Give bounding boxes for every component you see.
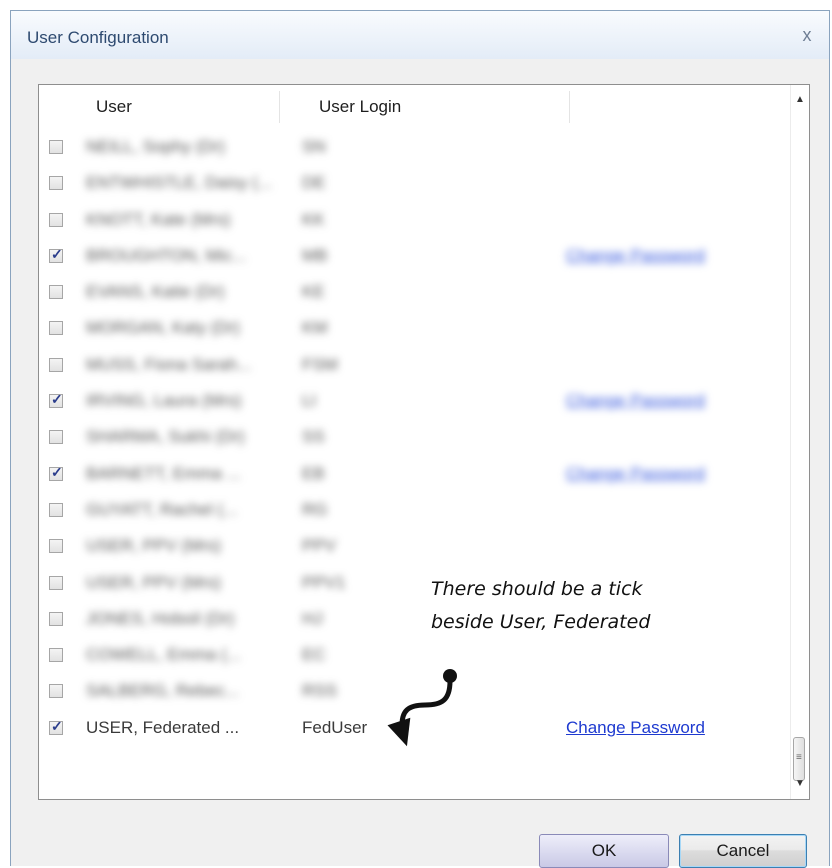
grip-icon: ≡ bbox=[796, 752, 802, 763]
annotation-line: beside User, Federated bbox=[431, 611, 651, 633]
row-checkbox[interactable] bbox=[49, 321, 63, 336]
table-row[interactable]: KNOTT, Kate (Mrs) KK bbox=[39, 202, 791, 238]
column-divider[interactable] bbox=[569, 91, 570, 123]
table-row[interactable]: ENTWHISTLE, Daisy (... DE bbox=[39, 165, 791, 201]
user-login-cell: LI bbox=[302, 391, 317, 411]
user-login-cell: SN bbox=[302, 137, 326, 156]
user-login-cell: FedUser bbox=[302, 717, 368, 737]
window-title: User Configuration bbox=[27, 28, 169, 47]
user-name-cell: MORGAN, Katy (Dr) bbox=[86, 318, 240, 338]
user-rows: NEILL, Sophy (Dr) SN ENTWHISTLE, Daisy (..… bbox=[39, 129, 791, 746]
user-login-cell: MB bbox=[302, 245, 328, 265]
row-checkbox[interactable] bbox=[49, 684, 63, 699]
column-divider[interactable] bbox=[279, 91, 280, 123]
user-login-cell: RSS bbox=[302, 681, 337, 701]
table-row[interactable]: JONES, Hoboil (Dr) HJ bbox=[39, 601, 791, 637]
row-checkbox[interactable] bbox=[49, 575, 63, 590]
column-header-user[interactable]: User bbox=[96, 97, 132, 117]
user-name-cell: NEILL, Sophy (Dr) bbox=[86, 137, 225, 156]
scroll-down-arrow-icon[interactable]: ▼ bbox=[791, 775, 809, 793]
row-checkbox[interactable] bbox=[49, 246, 63, 263]
row-checkbox[interactable] bbox=[49, 140, 63, 154]
scroll-up-arrow-icon[interactable]: ▲ bbox=[791, 91, 809, 109]
ok-button[interactable]: OK bbox=[539, 834, 669, 868]
table-row[interactable]: USER, PPV (Mrs) PPV1 bbox=[39, 565, 791, 601]
table-row[interactable]: MUSS, Fiona Sarah... FSM bbox=[39, 347, 791, 383]
row-checkbox[interactable] bbox=[49, 430, 63, 445]
user-name-cell: ENTWHISTLE, Daisy (... bbox=[86, 173, 273, 193]
table-row[interactable]: GUYATT, Rachel (... RG bbox=[39, 492, 791, 528]
user-name-cell: EVANS, Katie (Dr) bbox=[86, 282, 225, 302]
row-checkbox[interactable] bbox=[49, 648, 63, 663]
row-checkbox[interactable] bbox=[49, 611, 63, 626]
change-password-link[interactable]: Change Password bbox=[566, 246, 705, 266]
user-login-cell: FSM bbox=[302, 354, 338, 374]
row-checkbox[interactable] bbox=[49, 285, 63, 300]
column-header-user-login[interactable]: User Login bbox=[319, 97, 401, 117]
user-login-cell: KE bbox=[302, 282, 325, 302]
row-checkbox[interactable] bbox=[49, 357, 63, 372]
annotation-arrow-icon bbox=[387, 669, 457, 747]
change-password-link[interactable]: Change Password bbox=[566, 391, 705, 411]
user-name-cell: USER, PPV (Mrs) bbox=[86, 572, 222, 592]
vertical-scrollbar[interactable]: ▲ ≡ ▼ bbox=[790, 85, 809, 799]
user-name-cell: COWELL, Emma (... bbox=[86, 645, 241, 665]
user-login-cell: EC bbox=[302, 645, 326, 665]
table-row[interactable]: IRVING, Laura (Mrs) LI Change Password bbox=[39, 383, 791, 419]
user-name-cell: MUSS, Fiona Sarah... bbox=[86, 354, 252, 374]
row-checkbox[interactable] bbox=[49, 176, 63, 191]
user-name-cell: KNOTT, Kate (Mrs) bbox=[86, 209, 231, 229]
user-name-cell: SHARMA, Sukhi (Dr) bbox=[86, 427, 245, 447]
user-login-cell: EB bbox=[302, 463, 325, 483]
title-bar[interactable]: User Configuration x bbox=[11, 11, 829, 60]
user-name-cell: JONES, Hoboil (Dr) bbox=[86, 608, 235, 628]
annotation-line: There should be a tick bbox=[431, 578, 643, 600]
row-checkbox[interactable] bbox=[49, 502, 63, 517]
user-login-cell: SS bbox=[302, 427, 325, 447]
change-password-link[interactable]: Change Password bbox=[566, 464, 705, 484]
table-row[interactable]: BARNETT, Emma ... EB Change Password bbox=[39, 456, 791, 492]
user-login-cell: HJ bbox=[302, 608, 323, 628]
user-name-cell: BROUGHTON, Mic... bbox=[86, 245, 247, 265]
user-login-cell: RG bbox=[302, 499, 328, 519]
cancel-button[interactable]: Cancel bbox=[679, 834, 807, 868]
user-login-cell: KM bbox=[302, 318, 328, 338]
user-name-cell: USER, PPV (Mrs) bbox=[86, 536, 222, 556]
row-checkbox[interactable] bbox=[49, 212, 63, 227]
table-row[interactable]: USER, PPV (Mrs) PPV bbox=[39, 528, 791, 564]
row-checkbox[interactable] bbox=[49, 391, 63, 409]
user-login-cell: KK bbox=[302, 209, 325, 229]
change-password-link[interactable]: Change Password bbox=[566, 718, 705, 738]
close-icon[interactable]: x bbox=[795, 24, 819, 46]
table-row[interactable]: SHARMA, Sukhi (Dr) SS bbox=[39, 419, 791, 455]
user-login-cell: DE bbox=[302, 173, 326, 193]
user-name-cell: IRVING, Laura (Mrs) bbox=[86, 391, 242, 411]
table-row[interactable]: BROUGHTON, Mic... MB Change Password bbox=[39, 238, 791, 274]
row-checkbox[interactable] bbox=[49, 464, 63, 481]
annotation-note: There should be a tick beside User, Fede… bbox=[431, 573, 650, 639]
user-login-cell: PPV bbox=[302, 536, 337, 556]
user-name-cell: SALBERG, Rebec... bbox=[86, 681, 240, 701]
user-name-cell: GUYATT, Rachel (... bbox=[86, 499, 238, 519]
list-header: User User Login bbox=[39, 85, 791, 127]
table-row[interactable]: MORGAN, Katy (Dr) KM bbox=[39, 310, 791, 346]
user-login-cell: PPV1 bbox=[302, 572, 346, 592]
table-row[interactable]: NEILL, Sophy (Dr) SN bbox=[39, 129, 791, 165]
user-name-cell: BARNETT, Emma ... bbox=[86, 463, 241, 483]
row-checkbox[interactable] bbox=[49, 718, 63, 735]
user-name-cell: USER, Federated ... bbox=[86, 717, 240, 737]
row-checkbox[interactable] bbox=[49, 539, 63, 554]
table-row[interactable]: EVANS, Katie (Dr) KE bbox=[39, 274, 791, 310]
